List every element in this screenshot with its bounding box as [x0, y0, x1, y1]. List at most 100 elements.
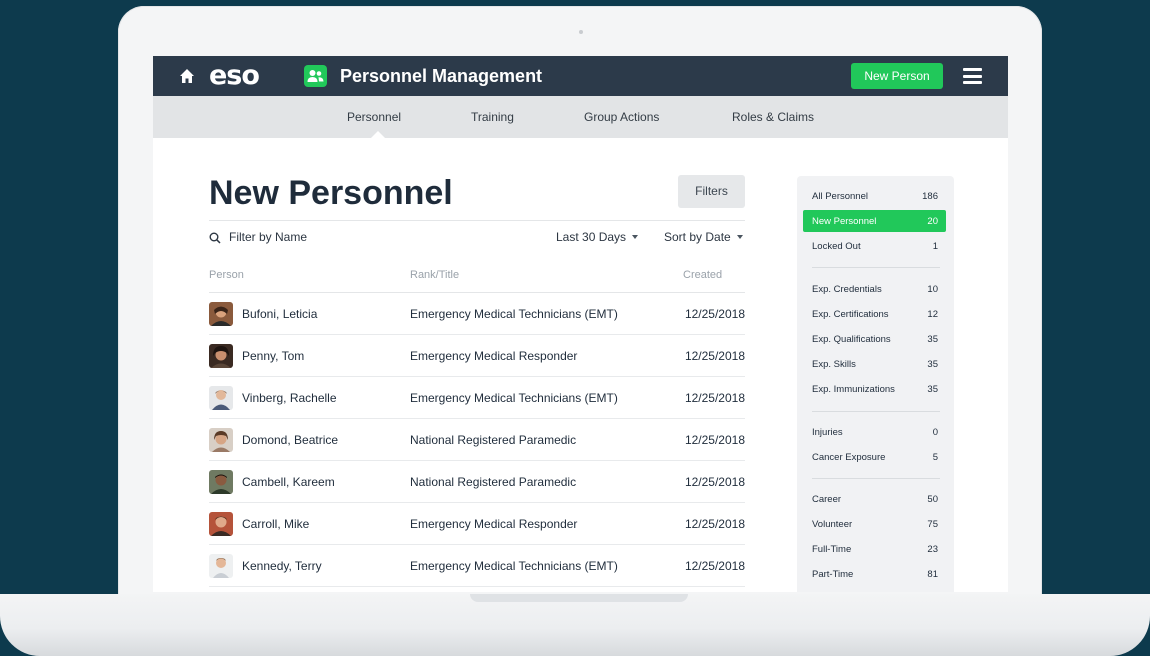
- page-title: New Personnel: [209, 174, 453, 212]
- person-rank: Emergency Medical Responder: [410, 349, 578, 363]
- table-row[interactable]: Domond, Beatrice National Registered Par…: [209, 419, 745, 461]
- column-header-rank[interactable]: Rank/Title: [410, 269, 459, 281]
- panel-item-exp-immunizations[interactable]: Exp. Immunizations 35: [803, 378, 946, 400]
- sort-label: Sort by Date: [664, 230, 731, 244]
- panel-item-count: 35: [927, 359, 938, 370]
- column-header-created[interactable]: Created: [683, 269, 722, 281]
- panel-item-count: 186: [922, 191, 938, 202]
- person-created: 12/25/2018: [684, 475, 745, 489]
- panel-item-exp-certifications[interactable]: Exp. Certifications 12: [803, 303, 946, 325]
- camera: [579, 30, 583, 34]
- person-created: 12/25/2018: [684, 559, 745, 573]
- person-name[interactable]: Vinberg, Rachelle: [242, 391, 337, 405]
- tab-group-actions[interactable]: Group Actions: [584, 110, 659, 124]
- top-bar: eso Personnel Management New Person: [153, 56, 1008, 96]
- table-row[interactable]: Penny, Tom Emergency Medical Responder 1…: [209, 335, 745, 377]
- panel-item-label: Part-Time: [812, 569, 854, 580]
- panel-item-new-personnel[interactable]: New Personnel 20: [803, 210, 946, 232]
- panel-divider: [812, 411, 940, 412]
- panel-item-count: 0: [932, 427, 938, 438]
- laptop-notch: [470, 594, 688, 602]
- panel-item-label: Cancer Exposure: [812, 452, 886, 463]
- filter-bar: Last 30 Days Sort by Date: [209, 230, 745, 248]
- app-title: Personnel Management: [340, 66, 543, 86]
- avatar: [209, 512, 233, 536]
- avatar: [209, 302, 233, 326]
- person-name[interactable]: Carroll, Mike: [242, 517, 309, 531]
- panel-item-full-time[interactable]: Full-Time 23: [803, 538, 946, 560]
- panel-item-count: 50: [927, 494, 938, 505]
- column-header-person[interactable]: Person: [209, 269, 244, 281]
- table-row[interactable]: Kennedy, Terry Emergency Medical Technic…: [209, 545, 745, 587]
- person-name[interactable]: Kennedy, Terry: [242, 559, 322, 573]
- panel-item-part-time[interactable]: Part-Time 81: [803, 563, 946, 585]
- panel-item-count: 81: [927, 569, 938, 580]
- panel-item-count: 35: [927, 384, 938, 395]
- personnel-filter-panel: All Personnel 186 New Personnel 20 Locke…: [797, 176, 954, 592]
- filters-button[interactable]: Filters: [678, 175, 745, 208]
- person-name[interactable]: Bufoni, Leticia: [242, 307, 317, 321]
- panel-item-count: 12: [927, 309, 938, 320]
- table-row[interactable]: Cambell, Kareem National Registered Para…: [209, 461, 745, 503]
- table-row[interactable]: Carroll, Mike Emergency Medical Responde…: [209, 503, 745, 545]
- panel-item-locked-out[interactable]: Locked Out 1: [803, 235, 946, 257]
- chevron-down-icon: [736, 235, 743, 239]
- search-icon: [209, 232, 221, 244]
- table-row[interactable]: Bufoni, Leticia Emergency Medical Techni…: [209, 293, 745, 335]
- filter-by-name-input[interactable]: [229, 230, 409, 244]
- panel-item-label: Volunteer: [812, 519, 853, 530]
- avatar: [209, 470, 233, 494]
- panel-item-count: 5: [932, 452, 938, 463]
- person-name[interactable]: Cambell, Kareem: [242, 475, 335, 489]
- laptop-base: [0, 594, 1150, 656]
- panel-item-label: Exp. Skills: [812, 359, 856, 370]
- panel-item-label: Locked Out: [812, 241, 861, 252]
- panel-item-cancer-exposure[interactable]: Cancer Exposure 5: [803, 446, 946, 468]
- person-created: 12/25/2018: [684, 517, 745, 531]
- row-divider: [209, 586, 745, 587]
- avatar: [209, 386, 233, 410]
- panel-item-exp-credentials[interactable]: Exp. Credentials 10: [803, 278, 946, 300]
- person-rank: Emergency Medical Technicians (EMT): [410, 559, 618, 573]
- panel-item-volunteer[interactable]: Volunteer 75: [803, 513, 946, 535]
- person-created: 12/25/2018: [684, 349, 745, 363]
- chevron-down-icon: [632, 235, 639, 239]
- date-range-label: Last 30 Days: [556, 230, 627, 244]
- eso-logo[interactable]: eso: [209, 60, 260, 91]
- person-name[interactable]: Domond, Beatrice: [242, 433, 338, 447]
- person-name[interactable]: Penny, Tom: [242, 349, 304, 363]
- home-icon[interactable]: [179, 68, 195, 84]
- tab-personnel[interactable]: Personnel: [347, 110, 401, 124]
- panel-item-count: 75: [927, 519, 938, 530]
- date-range-dropdown[interactable]: Last 30 Days: [556, 230, 639, 244]
- avatar: [209, 554, 233, 578]
- panel-item-exp-skills[interactable]: Exp. Skills 35: [803, 353, 946, 375]
- panel-item-label: All Personnel: [812, 191, 868, 202]
- panel-item-count: 23: [927, 544, 938, 555]
- panel-divider: [812, 478, 940, 479]
- new-person-button[interactable]: New Person: [851, 63, 943, 89]
- panel-item-all-personnel[interactable]: All Personnel 186: [803, 185, 946, 207]
- person-rank: National Registered Paramedic: [410, 475, 577, 489]
- panel-item-exp-qualifications[interactable]: Exp. Qualifications 35: [803, 328, 946, 350]
- people-icon: [304, 65, 327, 87]
- panel-item-count: 1: [932, 241, 938, 252]
- panel-item-label: Exp. Credentials: [812, 284, 882, 295]
- tab-roles-claims[interactable]: Roles & Claims: [732, 110, 814, 124]
- tab-training[interactable]: Training: [471, 110, 514, 124]
- panel-item-label: Injuries: [812, 427, 843, 438]
- menu-icon[interactable]: [963, 68, 982, 84]
- panel-item-injuries[interactable]: Injuries 0: [803, 421, 946, 443]
- sort-dropdown[interactable]: Sort by Date: [664, 230, 743, 244]
- table-row[interactable]: Vinberg, Rachelle Emergency Medical Tech…: [209, 377, 745, 419]
- sub-navigation: Personnel Training Group Actions Roles &…: [153, 96, 1008, 138]
- panel-item-label: Full-Time: [812, 544, 852, 555]
- panel-item-label: Exp. Certifications: [812, 309, 889, 320]
- panel-item-career[interactable]: Career 50: [803, 488, 946, 510]
- person-created: 12/25/2018: [684, 433, 745, 447]
- person-rank: Emergency Medical Technicians (EMT): [410, 307, 618, 321]
- person-created: 12/25/2018: [684, 391, 745, 405]
- panel-item-count: 35: [927, 334, 938, 345]
- panel-item-label: Exp. Immunizations: [812, 384, 895, 395]
- panel-item-label: Career: [812, 494, 842, 505]
